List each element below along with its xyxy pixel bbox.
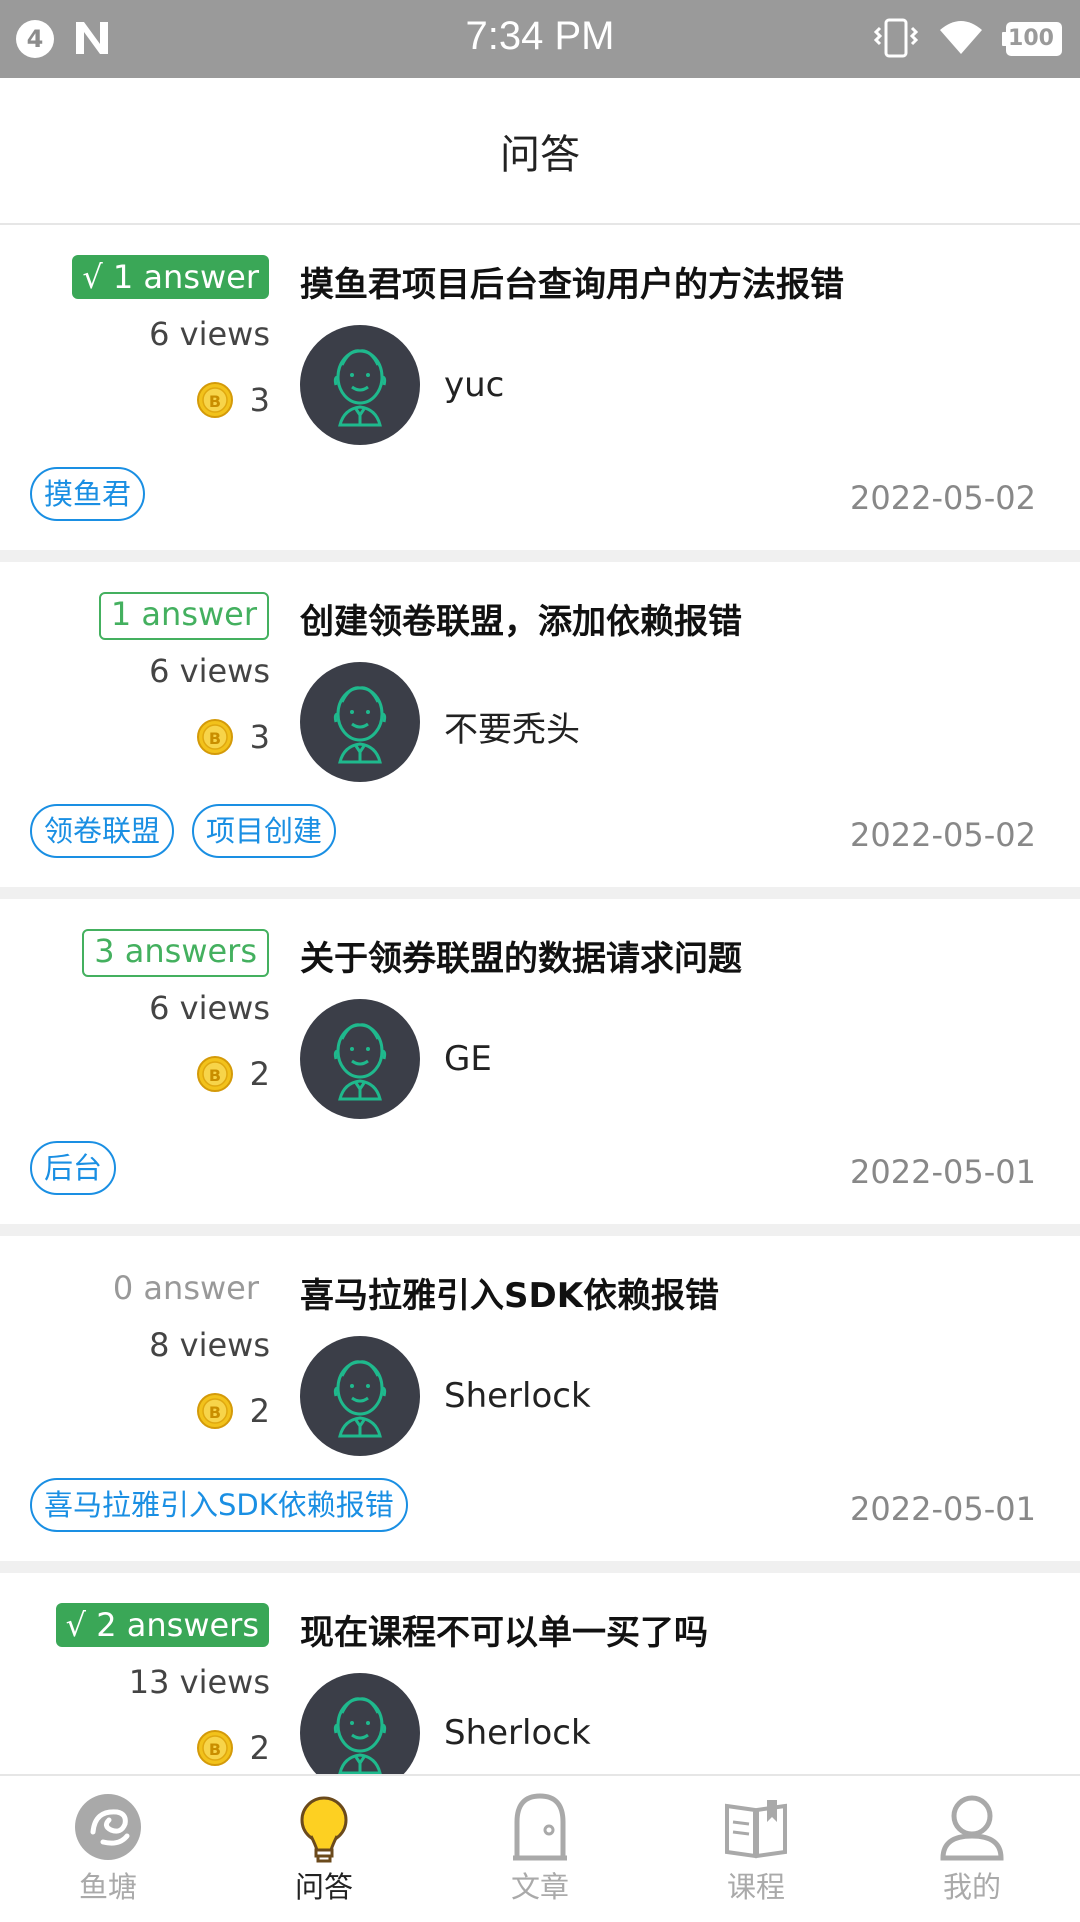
vibrate-icon bbox=[873, 18, 919, 58]
author-name[interactable]: 不要秃头 bbox=[444, 702, 580, 751]
svg-text:B: B bbox=[209, 1740, 221, 1759]
nav-item-fishpond[interactable]: 鱼塘 bbox=[0, 1776, 216, 1922]
nav-label: 鱼塘 bbox=[78, 1870, 137, 1904]
question-card[interactable]: 0 answer 8 views B 2 喜马拉雅引入SDK依赖报错 Sherl… bbox=[0, 1236, 1080, 1573]
avatar-icon[interactable] bbox=[300, 662, 420, 782]
question-card[interactable]: √ 1 answer 6 views B 3 摸鱼君项目后台查询用户的方法报错 … bbox=[0, 225, 1080, 562]
battery-level: 100 bbox=[1008, 26, 1054, 51]
nav-label: 我的 bbox=[942, 1870, 1001, 1904]
view-count: 6 views bbox=[149, 989, 270, 1027]
svg-text:B: B bbox=[209, 1066, 221, 1085]
view-count: 6 views bbox=[149, 315, 270, 353]
tag-list: 喜马拉雅引入SDK依赖报错 bbox=[30, 1478, 408, 1532]
nav-label: 文章 bbox=[510, 1870, 569, 1904]
post-date: 2022-05-02 bbox=[850, 816, 1036, 854]
reward-amount: 3 bbox=[249, 381, 270, 419]
page-title: 问答 bbox=[500, 132, 580, 178]
reward-amount: 2 bbox=[249, 1392, 270, 1430]
user-icon bbox=[940, 1795, 1004, 1861]
coin-icon: B bbox=[197, 1056, 233, 1092]
reward-amount: 2 bbox=[249, 1729, 270, 1767]
answer-count-badge: √ 1 answer bbox=[72, 255, 269, 299]
nav-item-qa[interactable]: 问答 bbox=[216, 1776, 432, 1922]
tag-chip[interactable]: 领卷联盟 bbox=[30, 804, 175, 858]
author-name[interactable]: Sherlock bbox=[444, 1713, 591, 1753]
reward-amount: 3 bbox=[249, 718, 270, 756]
author-name[interactable]: GE bbox=[444, 1039, 492, 1079]
coin-icon: B bbox=[197, 1393, 233, 1429]
question-title[interactable]: 关于领券联盟的数据请求问题 bbox=[300, 931, 742, 980]
author-name[interactable]: Sherlock bbox=[444, 1376, 591, 1416]
question-card[interactable]: 3 answers 6 views B 2 关于领券联盟的数据请求问题 GE 后… bbox=[0, 899, 1080, 1236]
tag-chip[interactable]: 喜马拉雅引入SDK依赖报错 bbox=[30, 1478, 408, 1532]
nav-item-courses[interactable]: 课程 bbox=[648, 1776, 864, 1922]
author-name[interactable]: yuc bbox=[444, 365, 504, 405]
question-title[interactable]: 创建领卷联盟，添加依赖报错 bbox=[300, 594, 742, 643]
nav-label: 问答 bbox=[294, 1870, 353, 1904]
answer-count-badge: 1 answer bbox=[98, 592, 269, 640]
svg-text:B: B bbox=[209, 392, 221, 411]
tag-chip[interactable]: 摸鱼君 bbox=[30, 467, 146, 521]
article-door-icon bbox=[513, 1793, 567, 1861]
question-title[interactable]: 现在课程不可以单一买了吗 bbox=[300, 1605, 708, 1654]
coin-icon: B bbox=[197, 719, 233, 755]
coin-icon: B bbox=[197, 1730, 233, 1766]
nav-item-articles[interactable]: 文章 bbox=[432, 1776, 648, 1922]
nav-label: 课程 bbox=[726, 1870, 785, 1904]
tag-chip[interactable]: 后台 bbox=[30, 1141, 117, 1195]
post-date: 2022-05-01 bbox=[850, 1153, 1036, 1191]
view-count: 13 views bbox=[128, 1663, 270, 1701]
reward-amount: 2 bbox=[249, 1055, 270, 1093]
question-list: √ 1 answer 6 views B 3 摸鱼君项目后台查询用户的方法报错 … bbox=[0, 225, 1080, 1910]
answer-count-badge: 0 answer bbox=[112, 1269, 259, 1307]
post-date: 2022-05-02 bbox=[850, 479, 1036, 517]
view-count: 8 views bbox=[149, 1326, 270, 1364]
fish-pond-icon bbox=[75, 1794, 141, 1860]
answer-count-badge: √ 2 answers bbox=[55, 1603, 269, 1647]
question-title[interactable]: 摸鱼君项目后台查询用户的方法报错 bbox=[300, 257, 844, 306]
bottom-nav: 鱼塘 问答 文章 课程 我的 bbox=[0, 1774, 1080, 1922]
wifi-icon bbox=[940, 21, 982, 54]
book-icon bbox=[725, 1800, 787, 1859]
question-card[interactable]: 1 answer 6 views B 3 创建领卷联盟，添加依赖报错 不要秃头 … bbox=[0, 562, 1080, 899]
svg-text:B: B bbox=[209, 1403, 221, 1422]
nav-item-profile[interactable]: 我的 bbox=[864, 1776, 1080, 1922]
tag-list: 后台 bbox=[30, 1141, 117, 1195]
status-bar: 4 7:34 PM 100 bbox=[0, 0, 1080, 78]
coin-icon: B bbox=[197, 382, 233, 418]
svg-text:B: B bbox=[209, 729, 221, 748]
tag-list: 领卷联盟 项目创建 bbox=[30, 804, 337, 858]
page-header: 问答 bbox=[0, 78, 1080, 225]
question-title[interactable]: 喜马拉雅引入SDK依赖报错 bbox=[300, 1268, 719, 1317]
avatar-icon[interactable] bbox=[300, 325, 420, 445]
tag-chip[interactable]: 项目创建 bbox=[192, 804, 337, 858]
tag-list: 摸鱼君 bbox=[30, 467, 146, 521]
avatar-icon[interactable] bbox=[300, 999, 420, 1119]
post-date: 2022-05-01 bbox=[850, 1490, 1036, 1528]
view-count: 6 views bbox=[149, 652, 270, 690]
answer-count-badge: 3 answers bbox=[82, 929, 269, 977]
avatar-icon[interactable] bbox=[300, 1336, 420, 1456]
lightbulb-icon bbox=[300, 1796, 348, 1863]
